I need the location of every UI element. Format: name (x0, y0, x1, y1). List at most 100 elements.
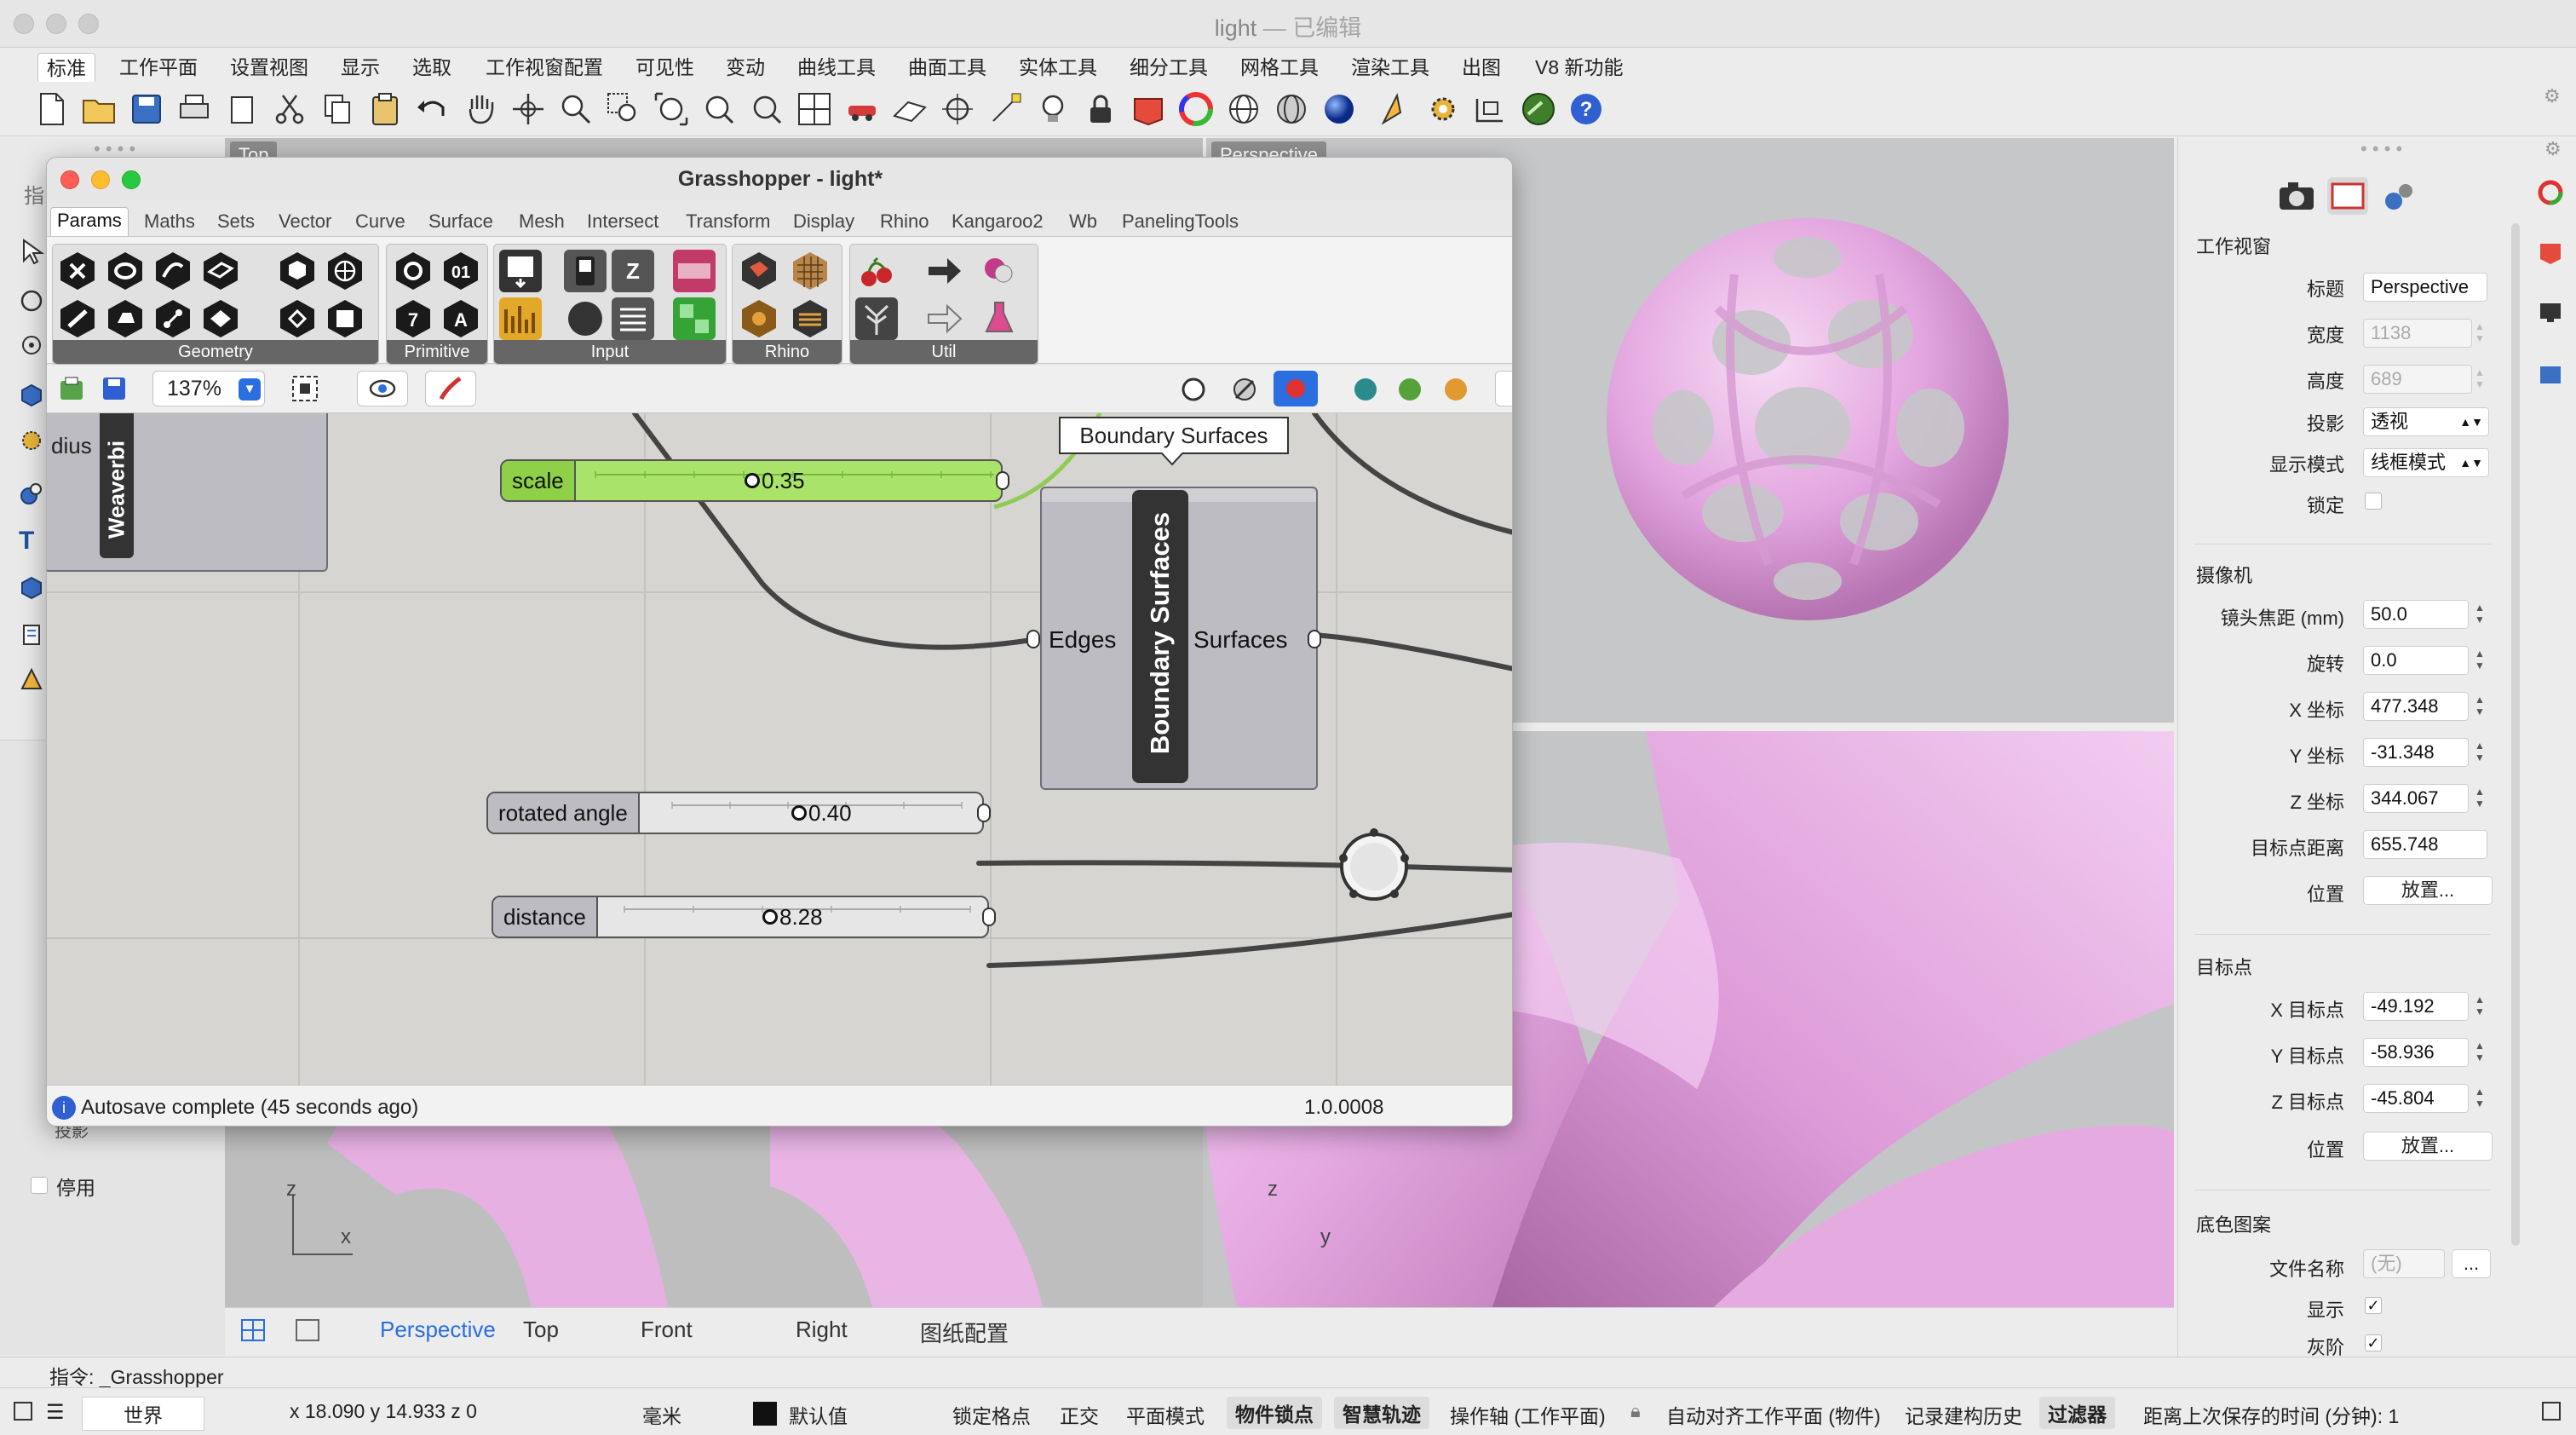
zoom-selected-icon[interactable] (700, 90, 738, 128)
tab-select[interactable]: 选取 (404, 53, 460, 82)
preview-toggle[interactable] (357, 371, 408, 406)
open-document-icon[interactable] (57, 374, 86, 403)
camera-icon[interactable] (2276, 179, 2317, 213)
slider-handle[interactable] (762, 909, 778, 925)
rhino-ref-icon[interactable] (738, 250, 780, 292)
current-layer[interactable]: 默认值 (789, 1400, 848, 1429)
lock-checkbox[interactable] (2365, 493, 2382, 510)
camera-x-stepper[interactable]: ▲ ▼ (2474, 694, 2486, 719)
gh-tab-surface[interactable]: Surface (428, 210, 493, 233)
galapagos-icon[interactable] (978, 250, 1021, 292)
panel-settings-icon[interactable]: ⚙ (2544, 138, 2562, 160)
gh-tab-sets[interactable]: Sets (217, 210, 255, 233)
integer-param-icon[interactable]: 01 (440, 250, 482, 292)
tab-surface-tools[interactable]: 曲面工具 (900, 53, 995, 82)
gh-tab-panelingtools[interactable]: PanelingTools (1122, 210, 1239, 233)
gumball-toggle[interactable]: 操作轴 (工作平面) (1450, 1400, 1606, 1429)
panel-toggle-icon[interactable] (14, 1402, 32, 1421)
gh-tab-params[interactable]: Params (50, 207, 129, 236)
slider-handle[interactable] (745, 473, 760, 488)
camera-y-field[interactable]: -31.348 (2363, 738, 2469, 767)
tab-set-view[interactable]: 设置视图 (221, 53, 317, 82)
grid-snap-toggle[interactable]: 锁定格点 (952, 1400, 1031, 1429)
display-bubble-icon[interactable] (1495, 371, 1512, 406)
target-x-field[interactable]: -49.192 (2363, 992, 2469, 1021)
select-points-icon[interactable] (986, 90, 1024, 128)
import-icon[interactable] (223, 90, 261, 128)
preview-mode-off-icon[interactable] (1228, 372, 1262, 406)
gh-tab-display[interactable]: Display (793, 210, 854, 233)
gh-close-button[interactable] (60, 170, 79, 189)
gh-tab-mesh[interactable]: Mesh (519, 210, 565, 233)
smarttrack-toggle[interactable]: 智慧轨迹 (1334, 1397, 1429, 1429)
rendered-display-icon[interactable] (1320, 90, 1358, 128)
cluster-icon[interactable] (855, 297, 898, 340)
undo-icon[interactable] (414, 90, 451, 128)
scale-output-port[interactable] (996, 471, 1009, 490)
tab-solid-tools[interactable]: 实体工具 (1010, 53, 1106, 82)
grid-layout-icon[interactable] (240, 1318, 266, 1342)
grasshopper-canvas[interactable]: Weaverbi scale 0.35 rotated angle 0.40 d… (47, 413, 1512, 1085)
panel-right-toggle-icon[interactable] (2542, 1402, 2561, 1421)
toggle-input-icon[interactable] (564, 250, 607, 292)
digit-scroller-icon[interactable] (612, 297, 654, 340)
data-output-icon[interactable] (923, 250, 966, 292)
camera-z-stepper[interactable]: ▲ ▼ (2474, 786, 2486, 811)
light-bulb-icon[interactable] (1034, 90, 1072, 128)
display-selected-icon[interactable] (1393, 372, 1427, 406)
rotated-angle-output-port[interactable] (977, 804, 991, 822)
units-label[interactable]: 毫米 (642, 1400, 681, 1429)
target-place-button[interactable]: 放置... (2363, 1132, 2493, 1161)
zoom-extents-canvas-icon[interactable] (290, 374, 319, 403)
cherry-picker-icon[interactable] (855, 250, 898, 292)
planar-toggle[interactable]: 平面模式 (1126, 1400, 1205, 1429)
flask-icon[interactable] (978, 297, 1021, 340)
text-tool-icon[interactable]: T (19, 527, 44, 555)
tab-drafting[interactable]: 出图 (1453, 53, 1509, 82)
text-param-icon[interactable]: A (440, 297, 482, 340)
select-arrow-icon[interactable] (19, 239, 44, 264)
gh-tab-rhino[interactable]: Rhino (880, 210, 929, 233)
scale-slider[interactable]: scale 0.35 (500, 459, 1003, 502)
list-icon[interactable]: ☰ (46, 1400, 65, 1425)
browse-button[interactable]: ... (2452, 1249, 2491, 1278)
display-panel-icon[interactable] (2537, 298, 2564, 326)
tab-transform[interactable]: 变动 (717, 53, 773, 82)
toolbar-settings-icon[interactable]: ⚙ (2544, 85, 2564, 107)
plane-param-icon[interactable] (199, 250, 242, 292)
tab-v8-new[interactable]: V8 新功能 (1527, 53, 1632, 82)
target-z-field[interactable]: -45.804 (2363, 1084, 2469, 1113)
color-panel-icon[interactable] (2537, 179, 2564, 206)
record-history-toggle[interactable]: 记录建构历史 (1905, 1400, 2022, 1429)
settings-gear-icon[interactable] (1424, 90, 1462, 128)
tab-cplane[interactable]: 工作平面 (111, 53, 206, 82)
rotated-angle-slider-track[interactable]: 0.40 (664, 793, 982, 833)
layers-icon[interactable] (1130, 90, 1167, 128)
graph-mapper-icon[interactable] (499, 297, 542, 340)
scale-slider-track[interactable]: 0.35 (587, 461, 1001, 500)
tab-visibility[interactable]: 可见性 (627, 53, 703, 82)
target-y-stepper[interactable]: ▲ ▼ (2474, 1040, 2486, 1065)
color-swatch-icon[interactable] (673, 250, 716, 292)
box-param-icon[interactable] (276, 250, 319, 292)
rotated-angle-slider[interactable]: rotated angle 0.40 (486, 792, 984, 834)
show-checkbox[interactable]: ✓ (2365, 1297, 2382, 1314)
auto-cplane-toggle[interactable]: 自动对齐工作平面 (物件) (1666, 1400, 1881, 1429)
camera-x-field[interactable]: 477.348 (2363, 692, 2469, 721)
gh-minimize-button[interactable] (91, 170, 110, 189)
named-views-icon[interactable] (843, 90, 881, 128)
focal-length-field[interactable]: 50.0 (2363, 600, 2469, 629)
value-list-icon[interactable]: Z (612, 250, 654, 292)
boolean-param-icon[interactable] (392, 250, 434, 292)
display-colors-icon[interactable] (1439, 372, 1473, 406)
four-viewports-icon[interactable] (796, 90, 833, 128)
data-input-icon[interactable] (923, 297, 966, 340)
command-line[interactable]: 指令: _Grasshopper (0, 1357, 2576, 1388)
distance-output-port[interactable] (982, 908, 996, 926)
disable-checkbox[interactable] (31, 1177, 48, 1194)
camera-z-field[interactable]: 344.067 (2363, 784, 2469, 813)
image-sampler-icon[interactable] (673, 297, 716, 340)
cut-icon[interactable] (271, 90, 308, 128)
tab-mesh-tools[interactable]: 网格工具 (1232, 53, 1327, 82)
circle-param-icon[interactable] (104, 250, 147, 292)
